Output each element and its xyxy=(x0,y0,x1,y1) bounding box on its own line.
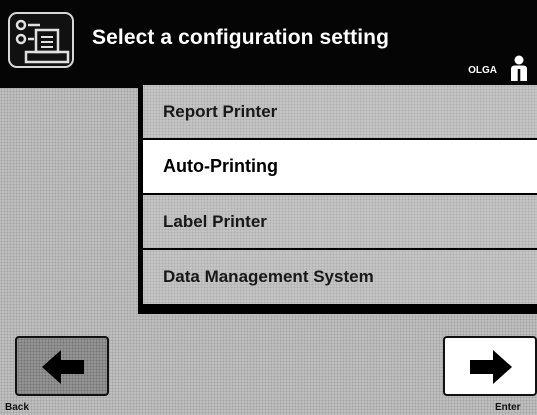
page-title: Select a configuration setting xyxy=(92,26,390,49)
menu-item-label: Auto-Printing xyxy=(163,156,278,176)
arrow-left-icon xyxy=(42,350,84,384)
configuration-menu: Report Printer Auto-Printing Label Print… xyxy=(138,85,537,314)
user-icon xyxy=(511,55,527,81)
menu-item-label: Report Printer xyxy=(163,101,278,121)
menu-item-auto-printing[interactable]: Auto-Printing xyxy=(143,140,537,193)
enter-button[interactable] xyxy=(443,336,537,396)
back-button[interactable] xyxy=(15,336,109,396)
back-button-label: Back xyxy=(5,402,29,413)
printer-settings-icon xyxy=(8,12,74,68)
header-bar: Select a configuration setting OLGA xyxy=(0,0,537,88)
user-name: OLGA xyxy=(468,65,497,76)
menu-item-label: Data Management System xyxy=(163,267,374,286)
menu-item-label: Label Printer xyxy=(163,211,267,231)
enter-button-label: Enter xyxy=(495,402,521,413)
menu-item-data-management-system[interactable]: Data Management System xyxy=(143,250,537,304)
arrow-right-icon xyxy=(470,350,512,384)
menu-item-report-printer[interactable]: Report Printer xyxy=(143,85,537,138)
menu-item-label-printer[interactable]: Label Printer xyxy=(143,195,537,248)
